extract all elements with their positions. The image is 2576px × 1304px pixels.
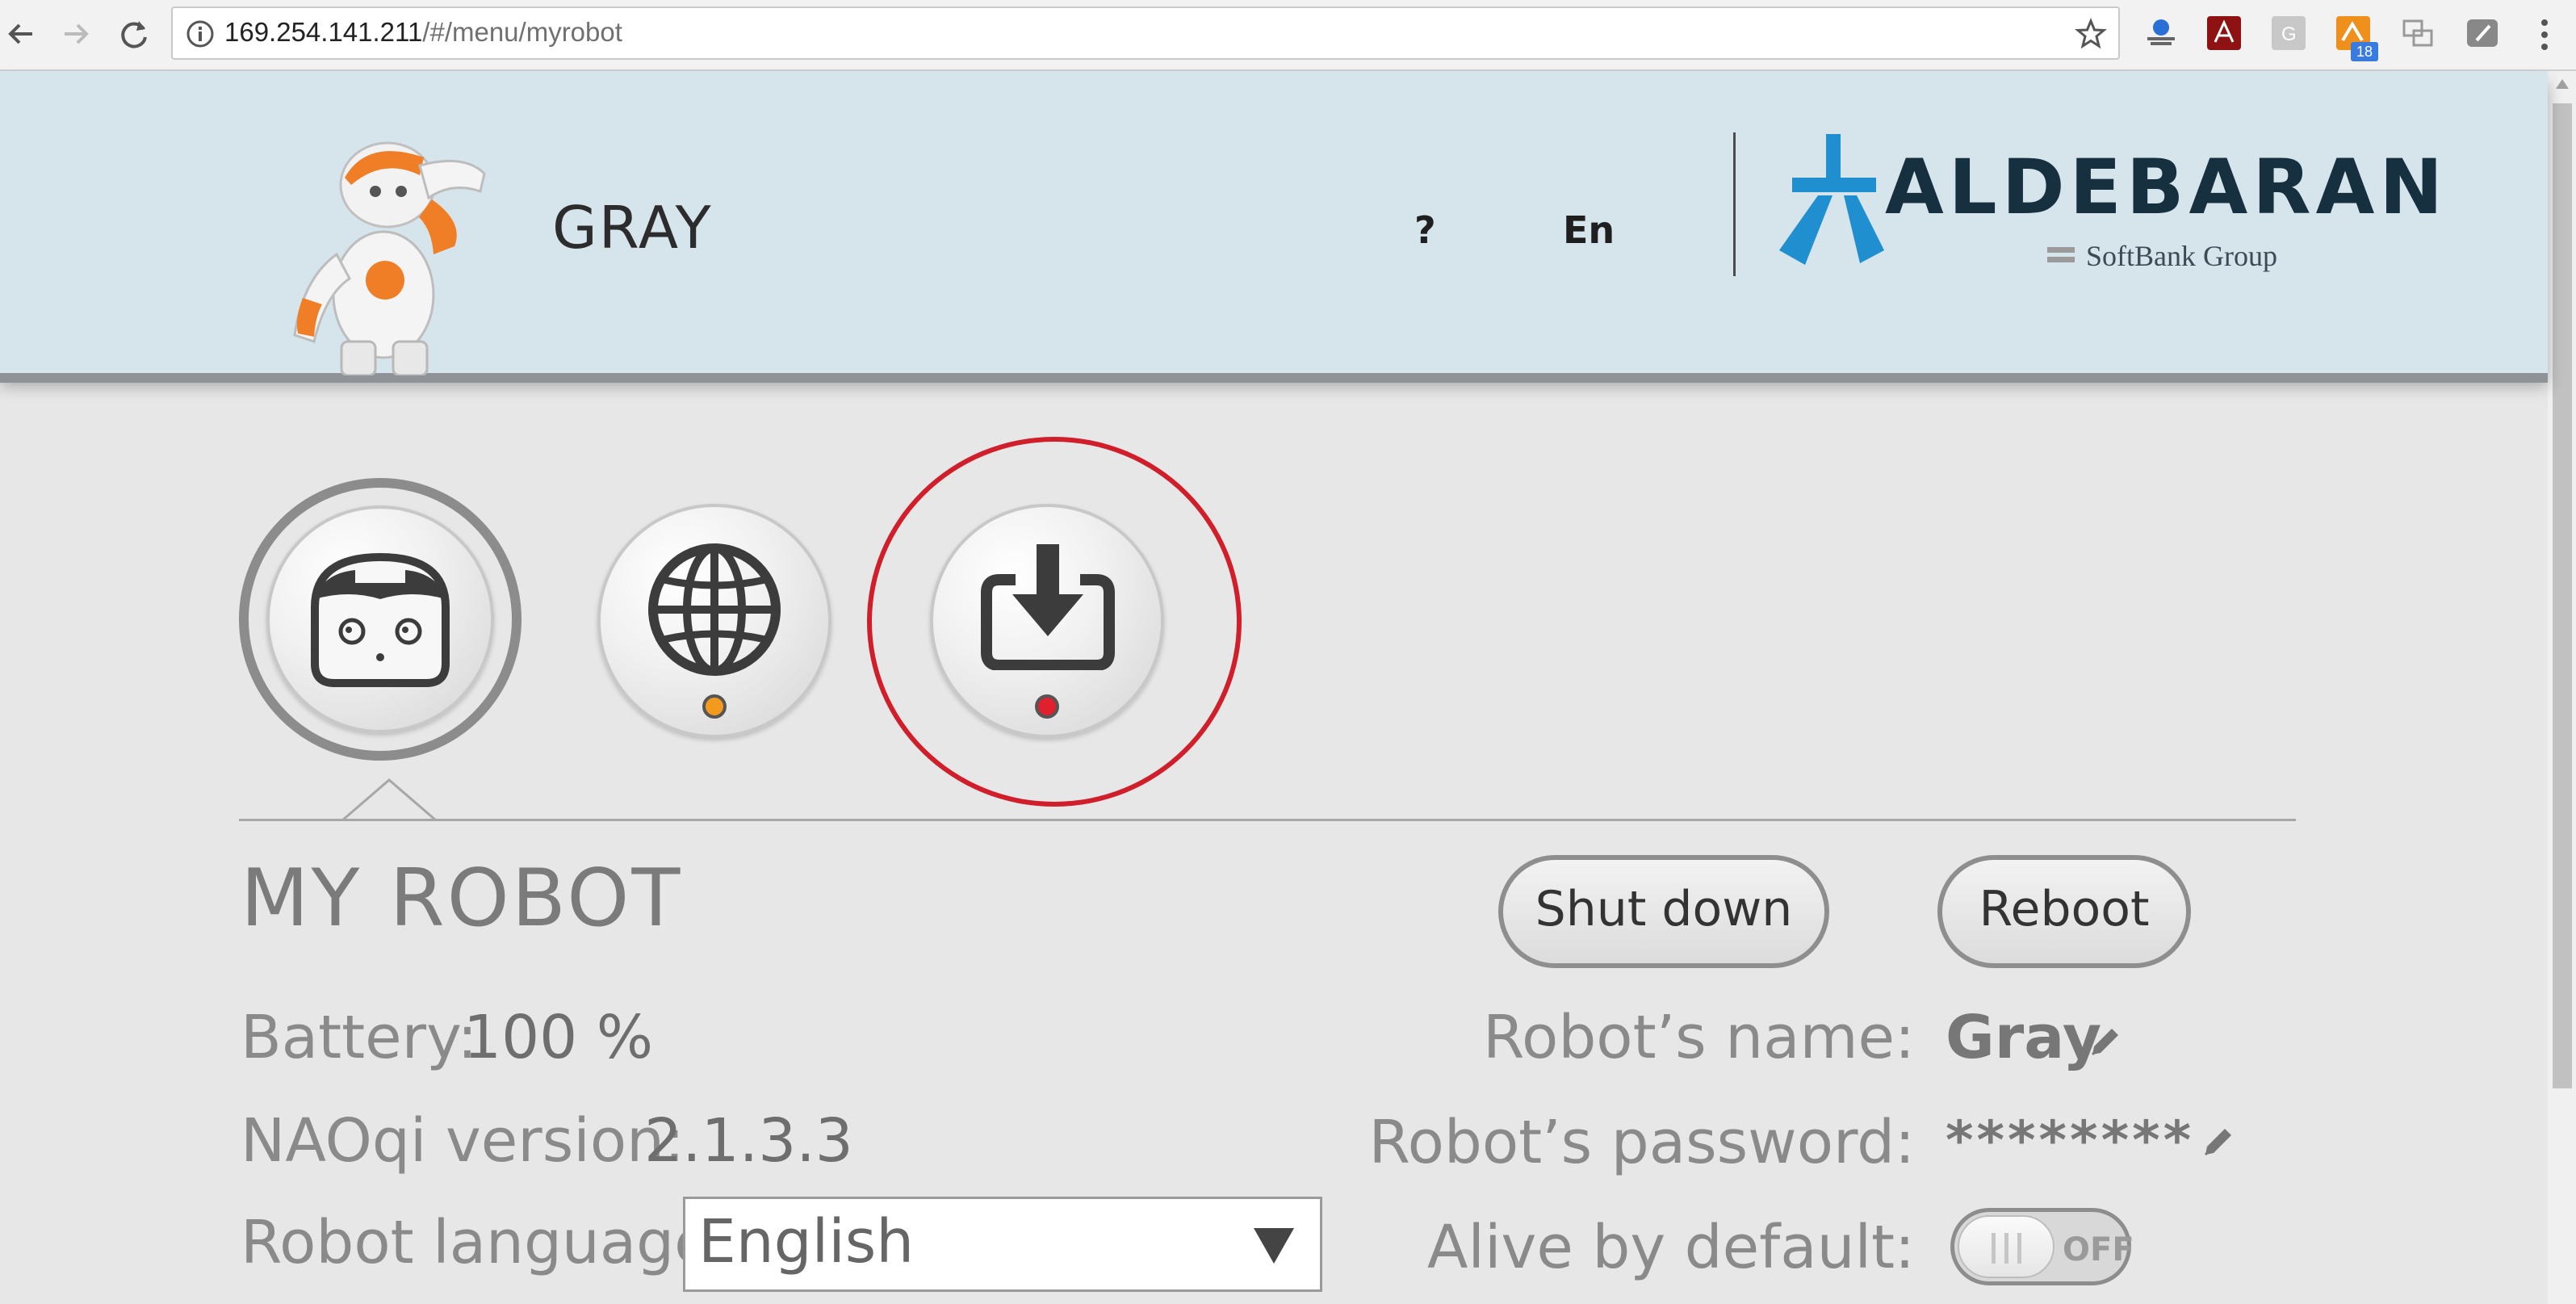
edit-password-pencil-icon[interactable] <box>2199 1122 2238 1161</box>
robot-language-select[interactable]: English <box>683 1197 1322 1292</box>
softbank-mark-icon <box>2047 247 2075 262</box>
toggle-knob <box>1958 1215 2055 1278</box>
extension-badge: 18 <box>2351 42 2378 61</box>
header-divider <box>1733 132 1736 276</box>
naoqi-version-value: 2.1.3.3 <box>644 1106 853 1176</box>
back-arrow-icon[interactable] <box>2 15 40 53</box>
url-path: /#/menu/myrobot <box>422 17 622 47</box>
tabs-extension-icon[interactable] <box>2401 16 2435 50</box>
grip-lines-icon <box>1992 1233 2021 1264</box>
tab-network[interactable] <box>597 504 831 738</box>
g-extension-icon[interactable]: G <box>2272 16 2306 50</box>
scroll-up-arrow-icon[interactable] <box>2554 74 2570 92</box>
shutdown-button[interactable]: Shut down <box>1498 855 1829 968</box>
brand-subtitle: SoftBank Group <box>2086 240 2277 272</box>
svg-text:G: G <box>2281 23 2297 45</box>
help-link[interactable]: ? <box>1414 208 1436 252</box>
address-bar[interactable]: 169.254.141.211/#/menu/myrobot <box>171 6 2120 60</box>
robot-language-label: Robot language: <box>241 1208 731 1277</box>
alive-by-default-label: Alive by default: <box>1426 1213 1915 1282</box>
robot-name-value: Gray <box>1946 1003 2102 1072</box>
battery-label: Battery: <box>241 1003 478 1072</box>
robot-face-icon <box>311 552 450 687</box>
section-title: MY ROBOT <box>241 853 683 945</box>
brand-name: ALDEBARAN <box>1885 144 2448 232</box>
robot-avatar <box>293 141 486 375</box>
info-icon[interactable] <box>186 19 215 48</box>
battery-value: 100 % <box>463 1003 654 1072</box>
robot-name-heading: GRAY <box>552 194 713 262</box>
extension-square-icon[interactable] <box>2465 16 2499 50</box>
globe-icon <box>648 543 781 676</box>
network-status-dot <box>702 694 727 719</box>
reboot-button[interactable]: Reboot <box>1937 855 2191 968</box>
highlight-annotation-circle <box>867 437 1242 807</box>
aldebaran-logo-icon <box>1779 134 1884 265</box>
forward-arrow-icon[interactable] <box>57 15 95 53</box>
language-switcher[interactable]: En <box>1563 208 1615 252</box>
bookmark-star-icon[interactable] <box>2075 18 2107 50</box>
edit-name-pencil-icon[interactable] <box>2086 1022 2125 1061</box>
url-host: 169.254.141.211 <box>224 17 423 47</box>
naoqi-version-label: NAOqi version: <box>241 1106 685 1176</box>
toggle-state-text: OFF <box>2063 1231 2134 1268</box>
robot-password-label: Robot’s password: <box>1368 1108 1915 1177</box>
pdf-extension-icon[interactable] <box>2207 16 2241 50</box>
tab-my-robot[interactable] <box>266 505 494 733</box>
reload-icon[interactable] <box>115 15 153 53</box>
scrollbar-thumb[interactable] <box>2553 103 2572 1088</box>
extension-cloud-icon[interactable] <box>2144 16 2178 50</box>
dropdown-arrow-icon <box>1254 1228 1294 1264</box>
url-text: 169.254.141.211/#/menu/myrobot <box>224 17 622 48</box>
robot-name-label: Robot’s name: <box>1482 1003 1915 1072</box>
browser-toolbar: 169.254.141.211/#/menu/myrobot G 18 <box>0 0 2576 71</box>
tab-pointer-caret <box>342 778 436 822</box>
robot-language-selected: English <box>698 1207 915 1277</box>
robot-password-value: ******** <box>1946 1109 2195 1172</box>
alive-by-default-toggle[interactable]: OFF <box>1950 1208 2134 1285</box>
browser-menu-icon[interactable] <box>2536 15 2553 55</box>
tab-separator-line <box>239 819 2296 821</box>
